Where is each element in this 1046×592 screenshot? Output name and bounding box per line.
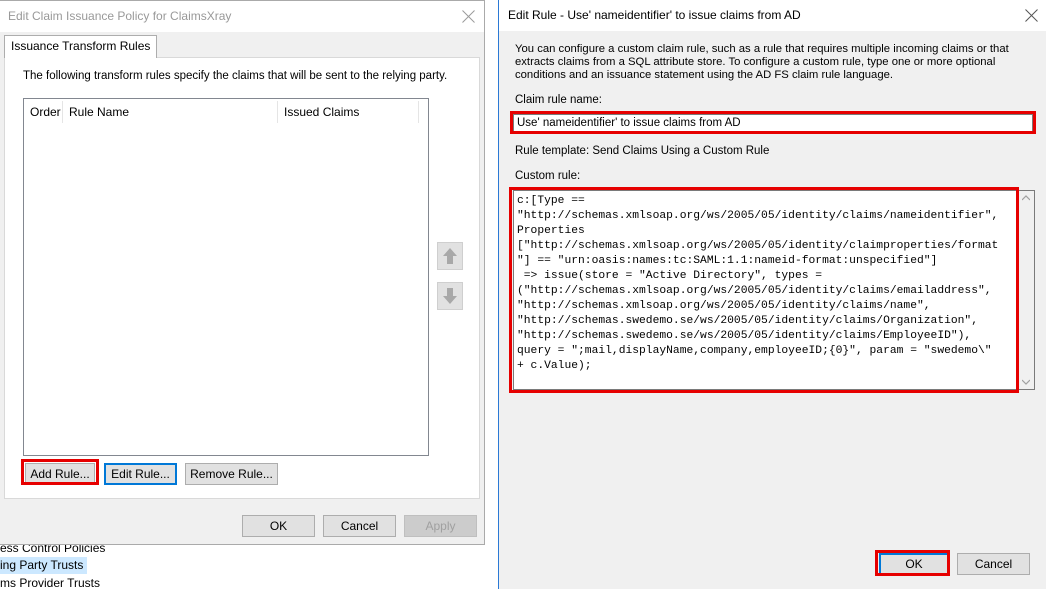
close-icon[interactable]	[1025, 8, 1039, 22]
column-separator[interactable]	[62, 101, 63, 123]
rule-template-label: Rule template: Send Claims Using a Custo…	[515, 145, 770, 157]
rule-line: c:[Type ==	[517, 195, 585, 207]
rule-line: "http://schemas.xmlsoap.org/ws/2005/05/i…	[517, 300, 931, 312]
dialog-title: Edit Rule - Use' nameidentifier' to issu…	[508, 8, 801, 22]
custom-rule-text[interactable]: c:[Type == "http://schemas.xmlsoap.org/w…	[517, 194, 1017, 374]
remove-rule-button[interactable]: Remove Rule...	[185, 463, 278, 485]
cancel-button[interactable]: Cancel	[323, 515, 396, 537]
column-header-order[interactable]: Order	[30, 103, 61, 121]
rules-list[interactable]: Order Rule Name Issued Claims	[23, 98, 429, 456]
rule-line: Properties	[517, 225, 585, 237]
ok-button[interactable]: OK	[242, 515, 315, 537]
column-header-rule-name[interactable]: Rule Name	[69, 103, 129, 121]
tree-item-claims-provider-trusts[interactable]: ms Provider Trusts	[0, 575, 100, 592]
move-down-button[interactable]	[437, 282, 463, 310]
custom-rule-label: Custom rule:	[515, 170, 581, 182]
dialog-title: Edit Claim Issuance Policy for ClaimsXra…	[8, 9, 232, 23]
title-bar: Edit Rule - Use' nameidentifier' to issu…	[499, 0, 1046, 31]
scroll-down-icon[interactable]	[1022, 379, 1030, 385]
custom-rule-textarea[interactable]: c:[Type == "http://schemas.xmlsoap.org/w…	[513, 190, 1035, 390]
arrow-down-icon	[443, 288, 457, 304]
title-bar: Edit Claim Issuance Policy for ClaimsXra…	[0, 1, 484, 32]
rule-line: + c.Value);	[517, 360, 592, 372]
column-separator[interactable]	[418, 101, 419, 123]
rule-line: "http://schemas.swedemo.se/ws/2005/05/id…	[517, 330, 972, 342]
cancel-button[interactable]: Cancel	[957, 553, 1030, 575]
tab-panel: The following transform rules specify th…	[4, 57, 480, 499]
rule-line: "http://schemas.xmlsoap.org/ws/2005/05/i…	[517, 210, 999, 222]
rule-line: "] == "urn:oasis:names:tc:SAML:1.1:namei…	[517, 255, 938, 267]
claim-rule-name-label: Claim rule name:	[515, 94, 602, 106]
rule-line: => issue(store = "Active Directory", typ…	[517, 270, 823, 282]
column-separator[interactable]	[277, 101, 278, 123]
tab-issuance-transform-rules[interactable]: Issuance Transform Rules	[4, 35, 158, 58]
move-up-button[interactable]	[437, 242, 463, 270]
ok-button[interactable]: OK	[879, 553, 949, 575]
rule-line: ["http://schemas.xmlsoap.org/ws/2005/05/…	[517, 240, 999, 252]
close-icon[interactable]	[462, 9, 476, 23]
panel-description: The following transform rules specify th…	[23, 70, 448, 82]
edit-rule-dialog: Edit Rule - Use' nameidentifier' to issu…	[498, 0, 1046, 589]
apply-button[interactable]: Apply	[404, 515, 477, 537]
claim-rule-name-input[interactable]: Use' nameidentifier' to issue claims fro…	[513, 114, 1033, 133]
rule-line: query = ";mail,displayName,company,emplo…	[517, 345, 992, 357]
edit-claim-issuance-policy-dialog: Edit Claim Issuance Policy for ClaimsXra…	[0, 0, 485, 545]
rule-description: You can configure a custom claim rule, s…	[515, 43, 1009, 81]
scroll-up-icon[interactable]	[1022, 195, 1030, 201]
arrow-up-icon	[443, 248, 457, 264]
rule-line: "http://schemas.swedemo.se/ws/2005/05/id…	[517, 315, 978, 327]
rule-line: ("http://schemas.xmlsoap.org/ws/2005/05/…	[517, 285, 992, 297]
vertical-scrollbar[interactable]	[1018, 191, 1034, 389]
column-header-issued-claims[interactable]: Issued Claims	[284, 103, 359, 121]
add-rule-button[interactable]: Add Rule...	[25, 463, 95, 485]
edit-rule-button[interactable]: Edit Rule...	[104, 463, 177, 485]
tree-item-relying-party-trusts[interactable]: ing Party Trusts	[0, 557, 88, 574]
